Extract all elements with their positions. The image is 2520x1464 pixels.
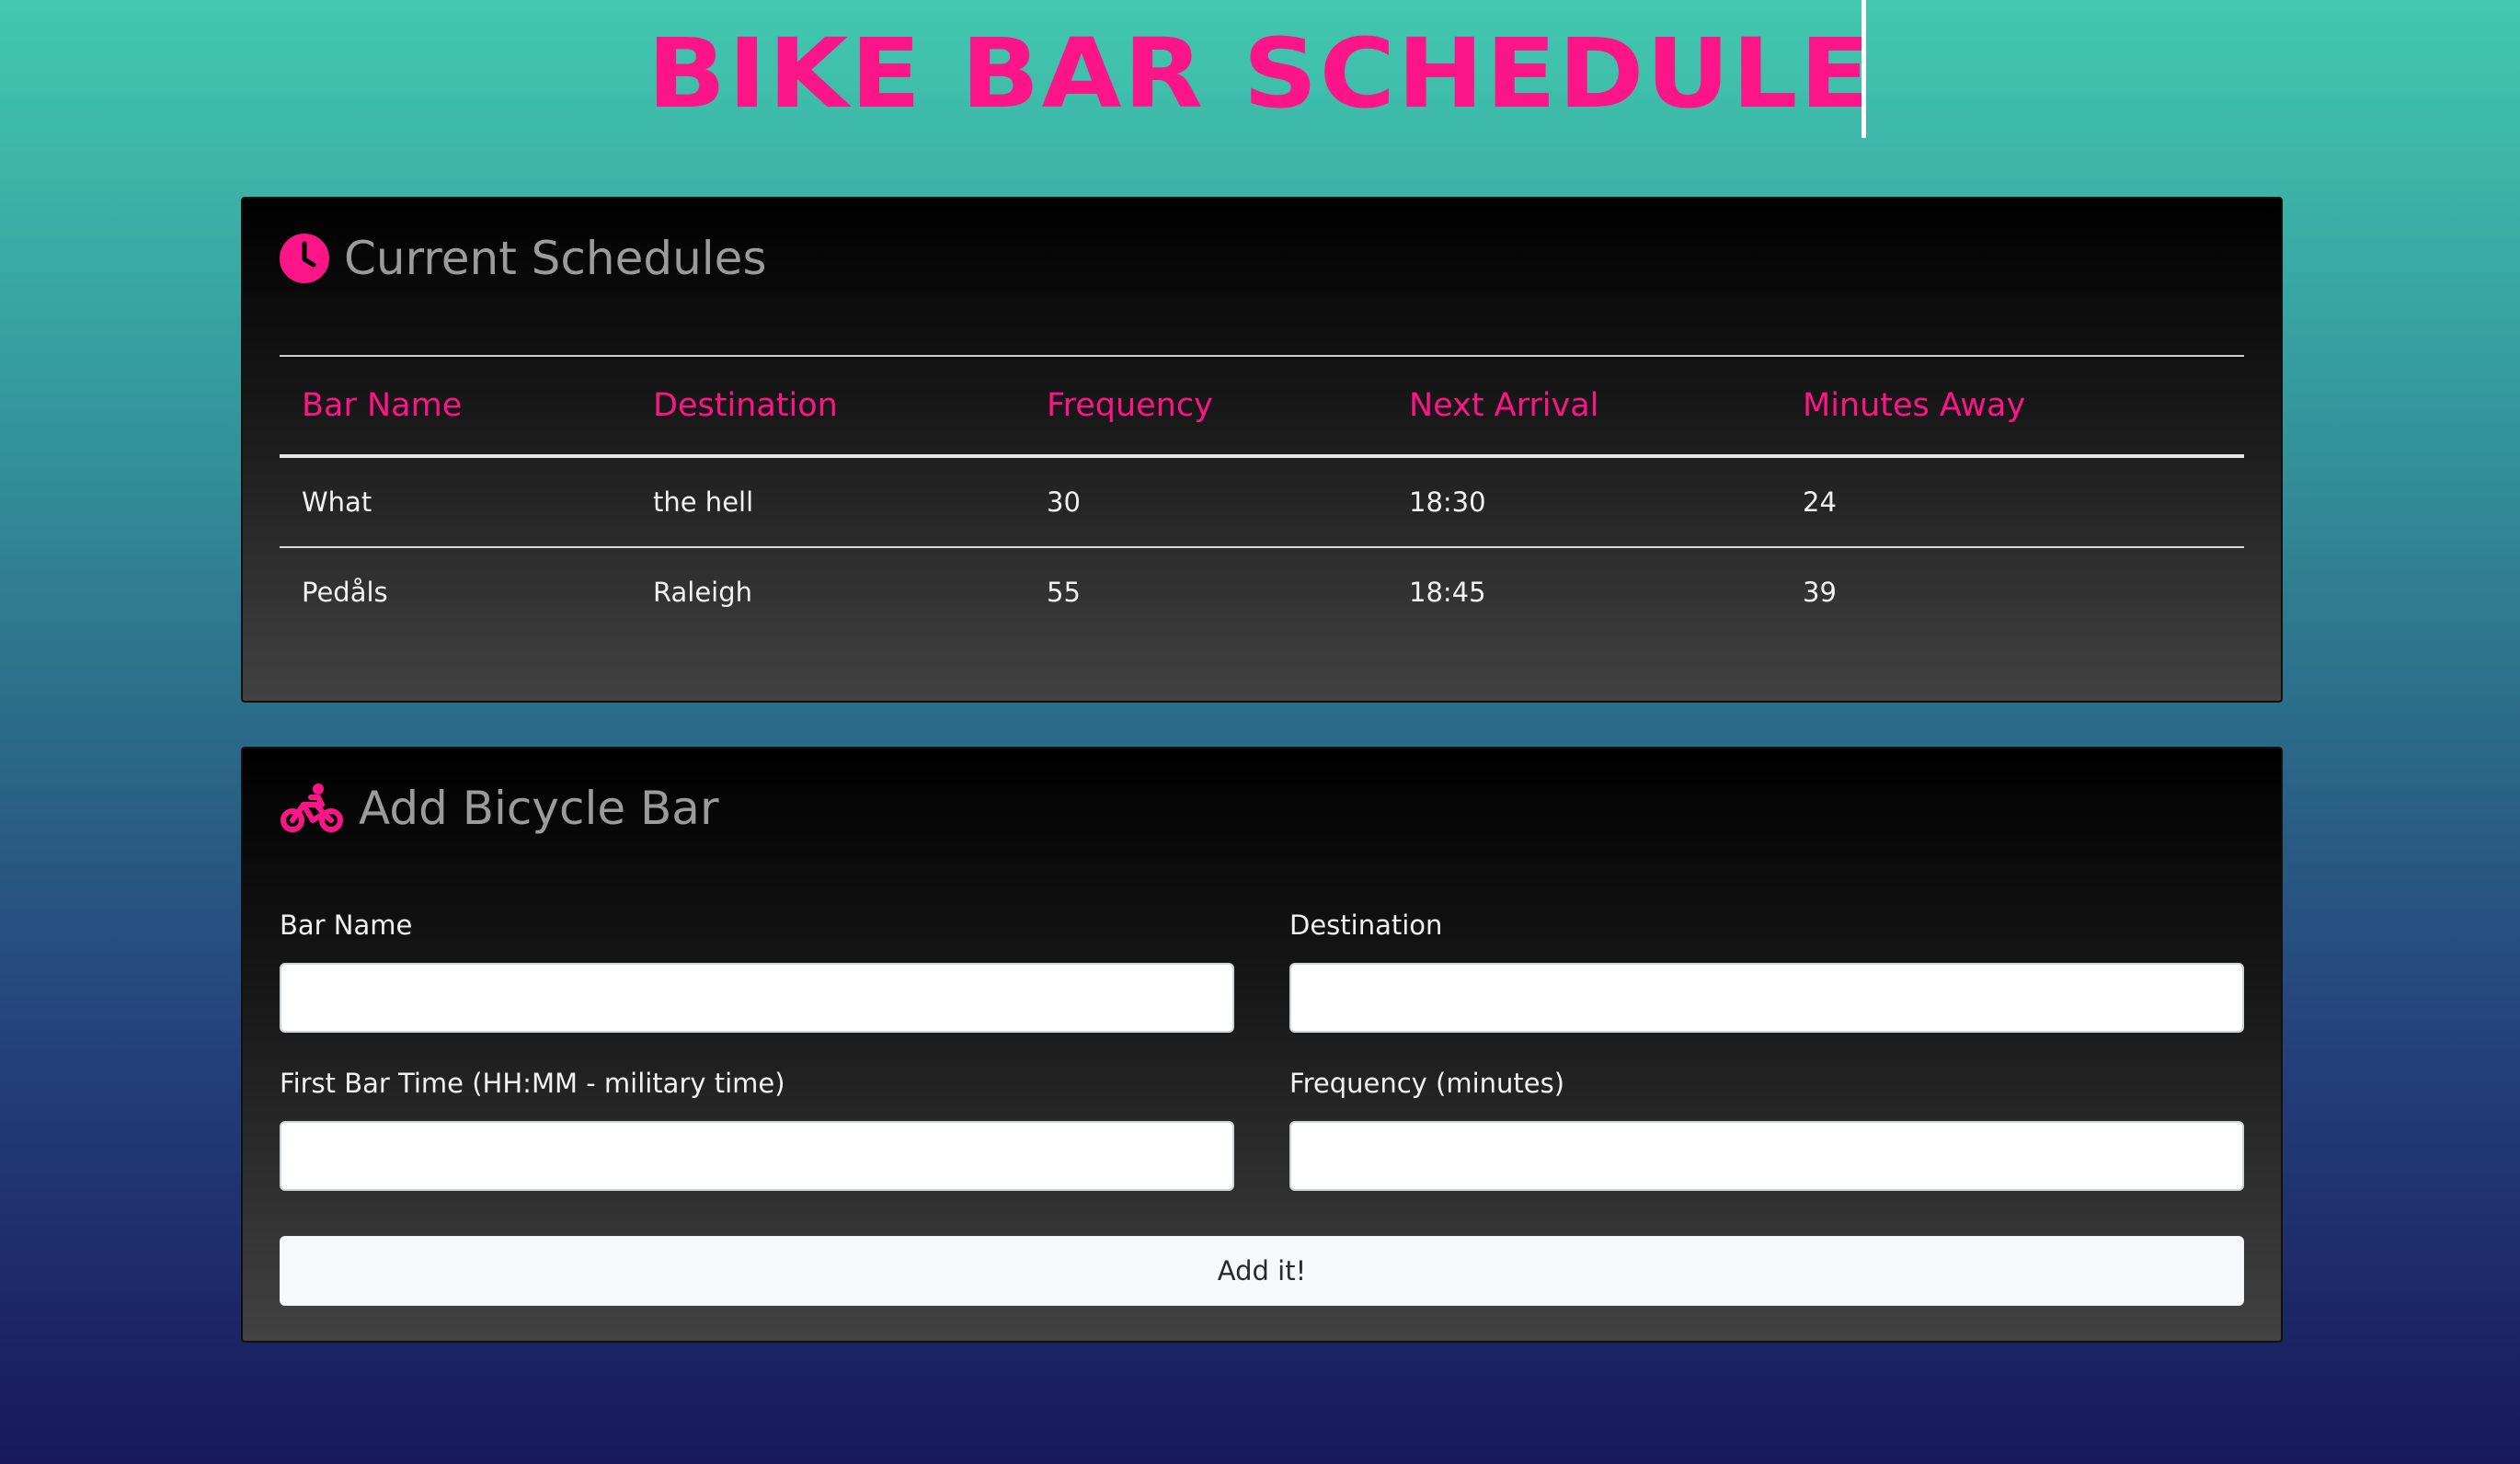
column-header-minutes-away: Minutes Away — [1781, 355, 2244, 458]
column-header-bar-name: Bar Name — [280, 355, 631, 458]
cell-minutes-away: 39 — [1803, 577, 1837, 608]
text-cursor — [1861, 0, 1866, 138]
cell-bar-name: What — [280, 456, 631, 548]
page-header: BIKE BAR SCHEDULE — [0, 0, 2520, 138]
table-row: What the hell 30 18:30 24 — [280, 456, 2244, 548]
schedules-panel-heading: Current Schedules — [280, 226, 767, 291]
add-bar-panel-title: Add Bicycle Bar — [359, 782, 719, 835]
first-bar-time-label: First Bar Time (HH:MM - military time) — [280, 1068, 785, 1099]
schedule-table: Bar Name Destination Frequency Next Arri… — [280, 355, 2244, 636]
clock-icon — [280, 234, 329, 283]
column-header-destination: Destination — [631, 355, 1025, 458]
add-bar-panel-heading: Add Bicycle Bar — [280, 776, 719, 841]
cell-destination: the hell — [631, 456, 1025, 548]
frequency-label: Frequency (minutes) — [1289, 1068, 1565, 1099]
add-it-button[interactable]: Add it! — [280, 1236, 2244, 1306]
bicycle-icon — [280, 783, 344, 834]
cell-next-arrival: 18:45 — [1409, 577, 1486, 608]
column-header-next-arrival: Next Arrival — [1387, 355, 1781, 458]
destination-label: Destination — [1289, 909, 1443, 941]
bar-name-label: Bar Name — [280, 909, 413, 941]
cell-minutes-away: 24 — [1781, 456, 2244, 548]
destination-input[interactable] — [1289, 963, 2244, 1033]
cell-destination: Raleigh — [653, 577, 753, 608]
bar-name-input[interactable] — [280, 963, 1234, 1033]
schedules-panel-title: Current Schedules — [344, 232, 767, 285]
column-header-frequency: Frequency — [1025, 355, 1387, 458]
page-title: BIKE BAR SCHEDULE — [647, 17, 1873, 130]
table-header-row: Bar Name Destination Frequency Next Arri… — [280, 355, 2244, 458]
cell-frequency: 55 — [1047, 577, 1081, 608]
cell-bar-name: Pedåls — [302, 577, 388, 608]
schedules-panel: Current Schedules Bar Name Destination F… — [241, 197, 2283, 703]
table-row: Pedåls Raleigh 55 18:45 39 — [280, 547, 2244, 636]
cell-frequency: 30 — [1025, 456, 1387, 548]
first-bar-time-input[interactable] — [280, 1121, 1234, 1191]
frequency-input[interactable] — [1289, 1121, 2244, 1191]
cell-next-arrival: 18:30 — [1387, 456, 1781, 548]
add-bar-panel: Add Bicycle Bar Bar Name Destination Fir… — [241, 747, 2283, 1343]
